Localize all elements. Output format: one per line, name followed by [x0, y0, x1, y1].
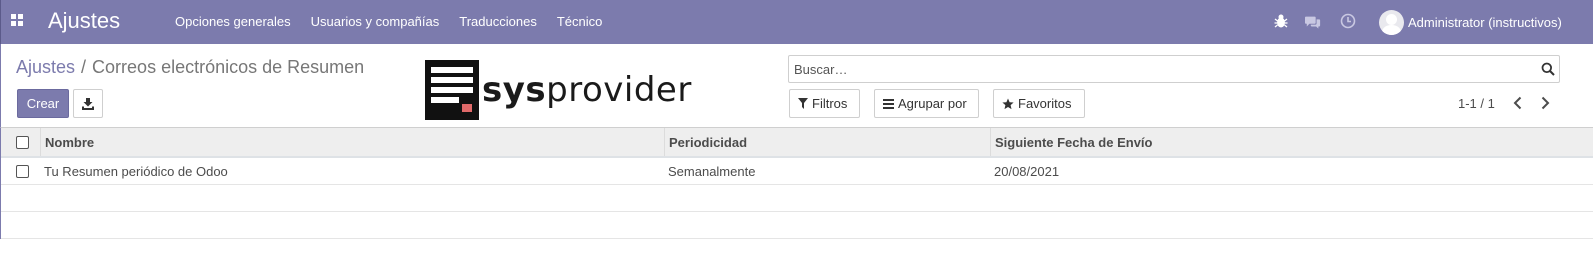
download-icon: [82, 97, 94, 110]
column-header-periodicity[interactable]: Periodicidad: [664, 128, 990, 156]
create-button[interactable]: Crear: [17, 89, 69, 118]
select-all-checkbox[interactable]: [16, 135, 29, 149]
row-select-cell: [16, 158, 29, 184]
bars-icon: [883, 98, 894, 109]
logo-text: sysprovider: [482, 70, 692, 110]
cell-name: Tu Resumen periódico de Odoo: [44, 163, 228, 179]
list-view: Nombre Periodicidad Siguiente Fecha de E…: [0, 128, 1593, 239]
menu-item-technical[interactable]: Técnico: [557, 14, 603, 29]
avatar: [1379, 9, 1404, 35]
favorites-label: Favoritos: [1018, 96, 1072, 111]
breadcrumb: Ajustes / Correos electrónicos de Resumen: [16, 57, 364, 78]
export-button[interactable]: [73, 89, 103, 118]
main-menu: Opciones generales Usuarios y compañías …: [175, 14, 622, 29]
logo-mark: [425, 60, 479, 120]
row-checkbox[interactable]: [16, 164, 29, 178]
menu-item-general-options[interactable]: Opciones generales: [175, 14, 291, 29]
user-name: Administrator (instructivos): [1408, 14, 1562, 30]
app-title[interactable]: Ajustes: [48, 8, 120, 34]
cell-next-send-date: 20/08/2021: [994, 163, 1060, 179]
column-header-name[interactable]: Nombre: [40, 128, 664, 156]
filters-label: Filtros: [812, 96, 848, 111]
pager-previous-icon[interactable]: [1510, 95, 1526, 111]
column-header-next-send-date[interactable]: Siguiente Fecha de Envío: [990, 128, 1593, 156]
filters-button[interactable]: Filtros: [789, 89, 860, 118]
favorites-button[interactable]: Favoritos: [993, 89, 1085, 118]
search-input[interactable]: [789, 56, 1529, 82]
bug-icon[interactable]: [1273, 13, 1289, 29]
table-header: Nombre Periodicidad Siguiente Fecha de E…: [1, 128, 1593, 158]
sysprovider-logo: sysprovider: [425, 60, 692, 120]
breadcrumb-separator: /: [81, 57, 87, 77]
clock-icon[interactable]: [1340, 13, 1356, 29]
group-by-button[interactable]: Agrupar por: [874, 89, 979, 118]
group-by-label: Agrupar por: [898, 96, 967, 111]
empty-row: [1, 185, 1593, 212]
table-row[interactable]: Tu Resumen periódico de Odoo Semanalment…: [1, 158, 1593, 185]
select-all-cell: [16, 128, 29, 156]
cell-periodicity: Semanalmente: [668, 163, 756, 179]
top-navbar: Ajustes Opciones generales Usuarios y co…: [0, 0, 1593, 44]
empty-row: [1, 212, 1593, 239]
pager-value[interactable]: 1-1 / 1: [1458, 96, 1495, 111]
star-icon: [1002, 98, 1014, 109]
breadcrumb-parent-link[interactable]: Ajustes: [16, 57, 75, 77]
page-title: Correos electrónicos de Resumen: [92, 57, 365, 77]
control-panel: Ajustes / Correos electrónicos de Resumen …: [0, 44, 1593, 128]
apps-menu-icon[interactable]: [11, 14, 23, 26]
menu-item-users-companies[interactable]: Usuarios y compañías: [311, 14, 440, 29]
filter-icon: [798, 98, 808, 109]
chat-icon[interactable]: [1305, 14, 1321, 30]
pager-next-icon[interactable]: [1537, 95, 1553, 111]
user-menu[interactable]: Administrator (instructivos): [1379, 8, 1562, 36]
search-icon[interactable]: [1541, 62, 1555, 76]
search-box: [788, 55, 1560, 83]
menu-item-translations[interactable]: Traducciones: [459, 14, 537, 29]
